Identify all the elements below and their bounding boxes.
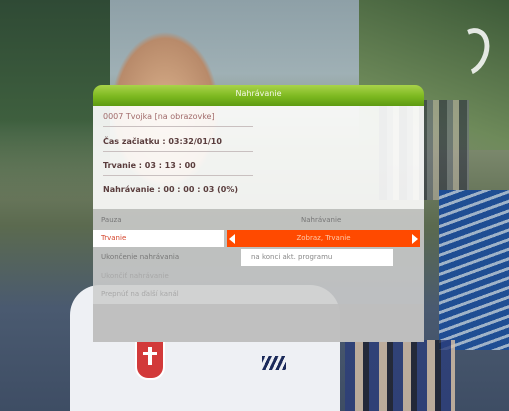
arrow-right-icon[interactable] xyxy=(412,234,418,244)
background-bleacher xyxy=(439,190,509,350)
menu-empty-area xyxy=(93,304,424,342)
dialog-title-bar: Nahrávanie xyxy=(93,85,424,106)
recording-options-menu: Pauza Nahrávanie Trvanie Zobraz, Trvanie… xyxy=(93,209,424,342)
start-time-line: Čas začiatku : 03:32/01/10 xyxy=(103,137,222,146)
recorded-time-line: Nahrávanie : 00 : 00 : 03 (0%) xyxy=(103,185,238,194)
background-people xyxy=(345,340,455,411)
dialog-title: Nahrávanie xyxy=(235,89,282,98)
menu-row-switch-channel[interactable]: Prepnúť na ďalší kanál xyxy=(93,286,424,303)
menu-row-pause[interactable]: Pauza Nahrávanie xyxy=(93,212,424,229)
menu-row-duration[interactable]: Trvanie Zobraz, Trvanie xyxy=(93,230,424,247)
duration-line: Trvanie : 03 : 13 : 00 xyxy=(103,161,196,170)
duration-option-selector[interactable]: Zobraz, Trvanie xyxy=(227,230,420,247)
menu-row-value: na konci akt. programu xyxy=(251,253,333,261)
menu-row-label: Pauza xyxy=(101,216,122,224)
menu-row-label: Prepnúť na ďalší kanál xyxy=(101,290,179,298)
divider xyxy=(103,151,253,152)
menu-row-value: Nahrávanie xyxy=(301,216,342,224)
slovak-crest-icon xyxy=(135,340,165,380)
menu-row-label: Ukončiť nahrávanie xyxy=(101,272,169,280)
menu-row-label: Ukončenie nahrávania xyxy=(101,253,180,261)
menu-row-label: Trvanie xyxy=(101,234,127,242)
channel-line: 0007 Tvojka [na obrazovke] xyxy=(103,112,215,121)
recording-dialog: Nahrávanie 0007 Tvojka [na obrazovke] Ča… xyxy=(93,85,424,342)
menu-row-stop-mode[interactable]: Ukončenie nahrávania na konci akt. progr… xyxy=(93,249,424,266)
divider xyxy=(103,126,253,127)
menu-row-value: Zobraz, Trvanie xyxy=(296,234,351,242)
menu-row-stop-recording[interactable]: Ukončiť nahrávanie xyxy=(93,268,424,285)
recording-info-panel: 0007 Tvojka [na obrazovke] Čas začiatku … xyxy=(93,106,424,209)
divider xyxy=(103,175,253,176)
sportswear-logo-icon xyxy=(262,356,286,370)
